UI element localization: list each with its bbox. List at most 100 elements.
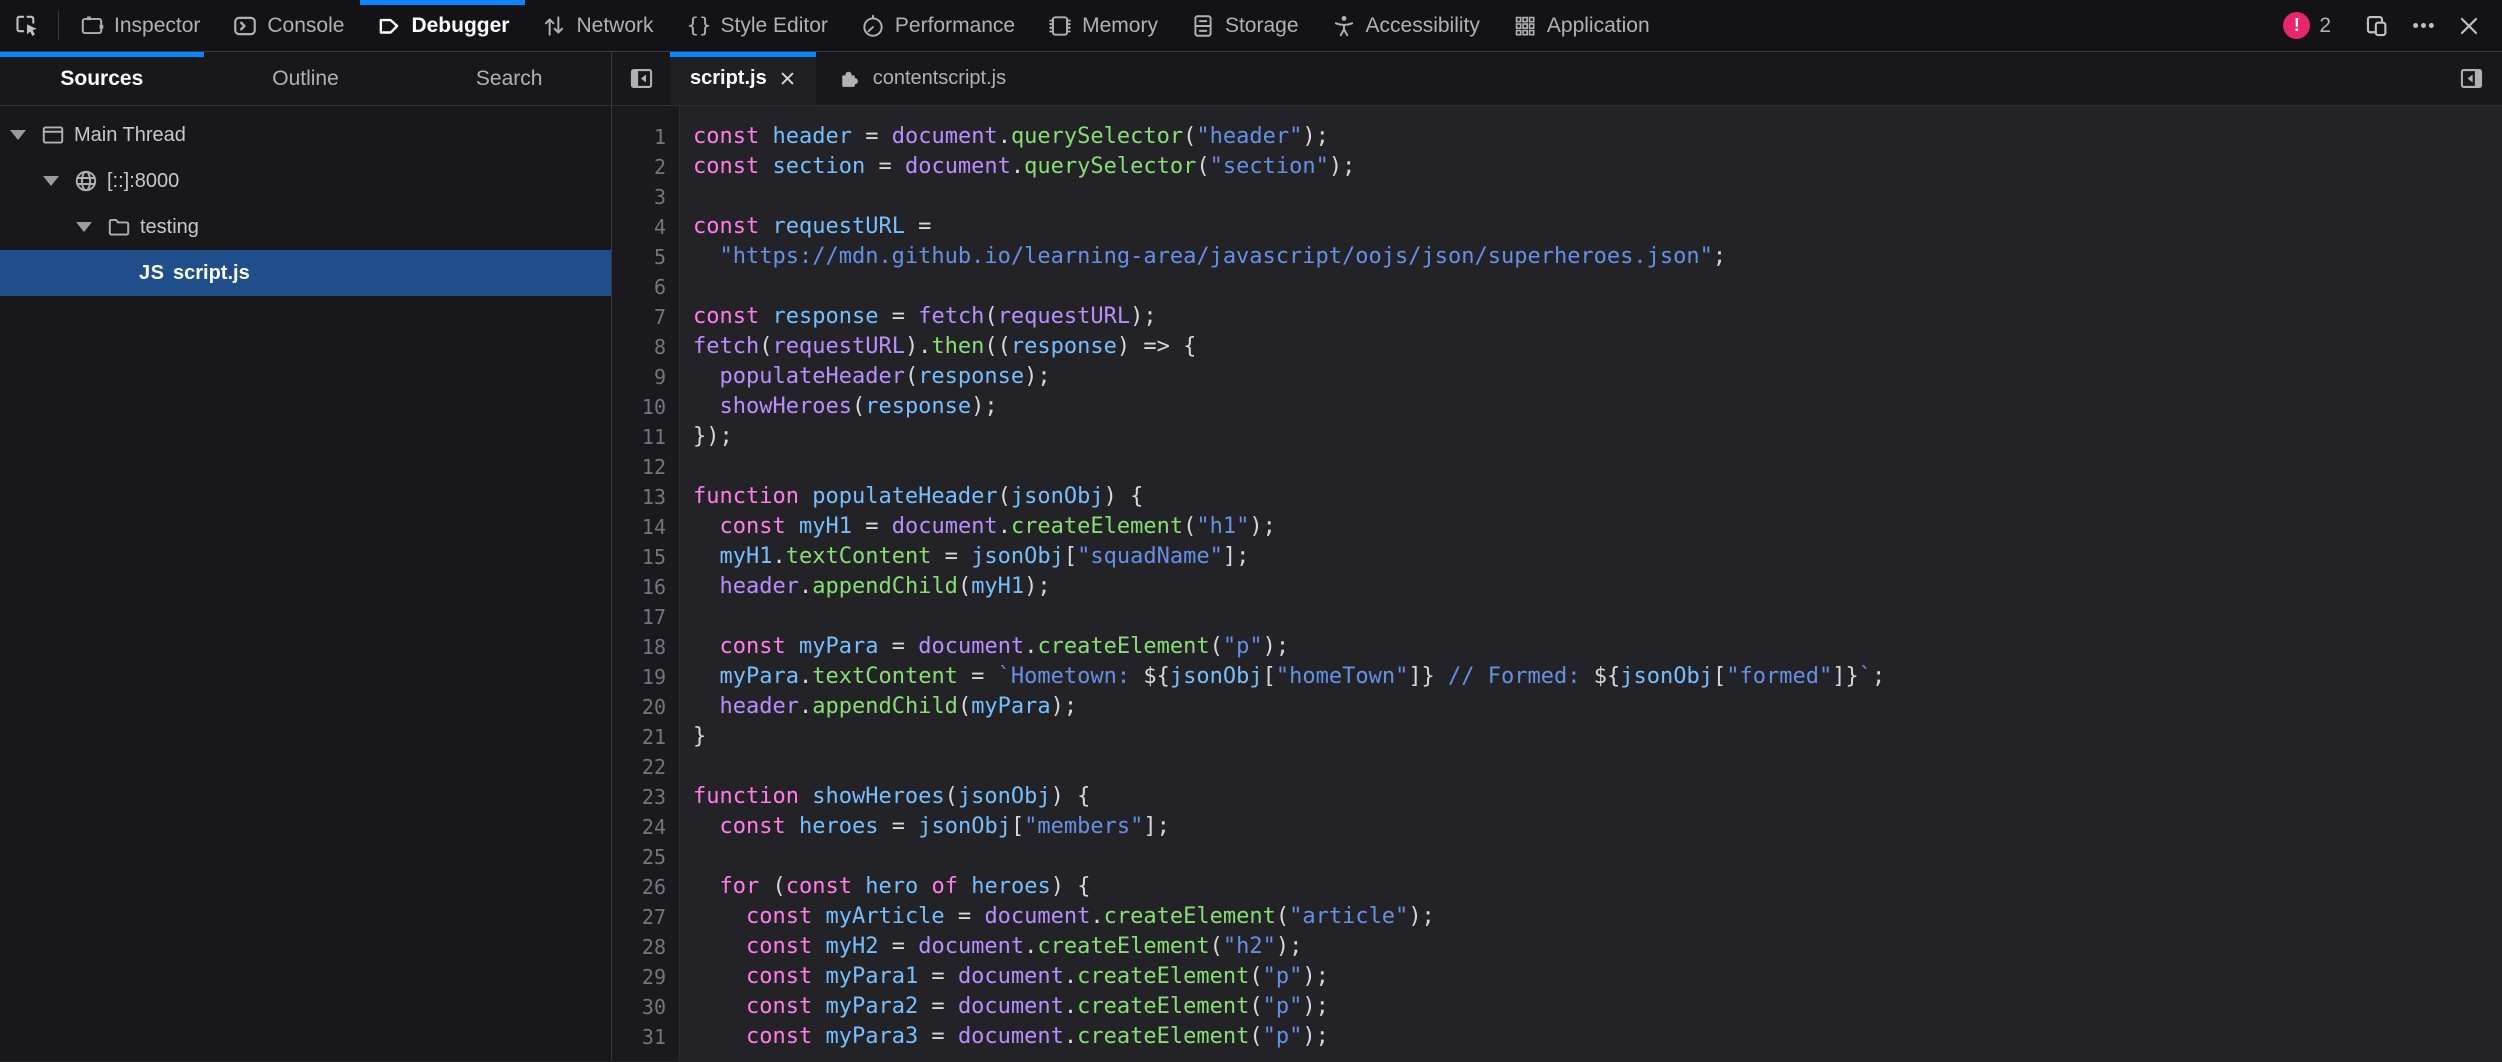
code-line: const requestURL = xyxy=(693,212,2502,242)
line-number[interactable]: 16 xyxy=(612,572,679,602)
line-number[interactable]: 11 xyxy=(612,422,679,452)
line-number[interactable]: 25 xyxy=(612,842,679,872)
js-badge: JS xyxy=(139,262,164,285)
tree-item-main-thread[interactable]: Main Thread xyxy=(0,112,611,158)
close-icon xyxy=(2456,13,2482,39)
responsive-design-mode-button[interactable] xyxy=(2354,6,2400,46)
code-token: requestURL xyxy=(998,304,1130,329)
code-token: const xyxy=(746,904,812,929)
toolbar-tab-debugger[interactable]: Debugger xyxy=(360,0,525,51)
toolbar-tab-storage[interactable]: Storage xyxy=(1174,0,1315,51)
tree-item--8000[interactable]: [::]:8000 xyxy=(0,158,611,204)
code-token: . xyxy=(1011,154,1024,179)
error-count-button[interactable]: ! 2 xyxy=(2283,12,2331,39)
line-number[interactable]: 13 xyxy=(612,482,679,512)
tree-item-script-js[interactable]: JSscript.js xyxy=(0,250,611,296)
code-token: populateHeader xyxy=(812,484,997,509)
code-token: (( xyxy=(984,334,1011,359)
svg-text:{}: {} xyxy=(686,13,711,37)
line-number[interactable]: 29 xyxy=(612,962,679,992)
toolbar-tab-label: Inspector xyxy=(114,14,200,38)
line-number[interactable]: 10 xyxy=(612,392,679,422)
code-token: ) { xyxy=(1104,484,1144,509)
editor-tab-contentscript-js[interactable]: contentscript.js xyxy=(816,52,1026,105)
line-number[interactable]: 14 xyxy=(612,512,679,542)
toolbar-tab-inspector[interactable]: Inspector xyxy=(63,0,216,51)
line-number[interactable]: 24 xyxy=(612,812,679,842)
code-line: myPara.textContent = `Hometown: ${jsonOb… xyxy=(693,662,2502,692)
code-line: const section = document.querySelector("… xyxy=(693,152,2502,182)
code-token: requestURL xyxy=(772,334,904,359)
code-token: ( xyxy=(958,694,971,719)
line-number[interactable]: 22 xyxy=(612,752,679,782)
expand-caret-icon[interactable] xyxy=(43,176,73,186)
code-token: jsonObj xyxy=(1170,664,1263,689)
toolbar-tab-network[interactable]: Network xyxy=(525,0,669,51)
line-number[interactable]: 1 xyxy=(612,122,679,152)
code-token: ); xyxy=(1024,364,1051,389)
line-number[interactable]: 8 xyxy=(612,332,679,362)
toolbar-tab-console[interactable]: Console xyxy=(216,0,360,51)
panel-tab-search[interactable]: Search xyxy=(407,52,611,105)
line-number[interactable]: 26 xyxy=(612,872,679,902)
line-number[interactable]: 21 xyxy=(612,722,679,752)
toolbar-tab-application[interactable]: Application xyxy=(1496,0,1666,51)
code-token: "p" xyxy=(1263,1024,1303,1049)
expand-debugger-pane-button[interactable] xyxy=(2440,52,2502,105)
toolbar-tab-label: Storage xyxy=(1225,14,1299,38)
toolbar-tab-memory[interactable]: Memory xyxy=(1031,0,1174,51)
toolbar-tab-style-editor[interactable]: {}Style Editor xyxy=(670,0,844,51)
expand-caret-icon[interactable] xyxy=(76,222,106,232)
panel-tab-sources[interactable]: Sources xyxy=(0,52,204,105)
line-number[interactable]: 12 xyxy=(612,452,679,482)
storage-icon xyxy=(1190,13,1216,39)
line-number[interactable]: 6 xyxy=(612,272,679,302)
line-number[interactable]: 28 xyxy=(612,932,679,962)
line-number-gutter: 1234567891011121314151617181920212223242… xyxy=(612,106,680,1061)
line-number[interactable]: 9 xyxy=(612,362,679,392)
code-token: ${ xyxy=(1143,664,1170,689)
toolbar-tab-accessibility[interactable]: Accessibility xyxy=(1315,0,1496,51)
toolbar-tab-label: Console xyxy=(267,14,344,38)
line-number[interactable]: 20 xyxy=(612,692,679,722)
code-editor[interactable]: 1234567891011121314151617181920212223242… xyxy=(612,106,2502,1061)
tree-item-testing[interactable]: testing xyxy=(0,204,611,250)
line-number[interactable]: 5 xyxy=(612,242,679,272)
devtools-menu-button[interactable] xyxy=(2400,6,2446,46)
code-token: createElement xyxy=(1037,634,1209,659)
line-number[interactable]: 19 xyxy=(612,662,679,692)
code-token: "header" xyxy=(1196,124,1302,149)
code-token: = xyxy=(865,154,905,179)
extension-puzzle-icon xyxy=(836,66,861,91)
line-number[interactable]: 2 xyxy=(612,152,679,182)
code-token: "h1" xyxy=(1196,514,1249,539)
collapse-sources-pane-button[interactable] xyxy=(612,52,670,105)
code-token: = xyxy=(878,814,918,839)
line-number[interactable]: 18 xyxy=(612,632,679,662)
close-devtools-button[interactable] xyxy=(2446,6,2492,46)
panel-tab-outline[interactable]: Outline xyxy=(204,52,408,105)
line-number[interactable]: 4 xyxy=(612,212,679,242)
line-number[interactable]: 27 xyxy=(612,902,679,932)
code-token: "article" xyxy=(1289,904,1408,929)
line-number[interactable]: 7 xyxy=(612,302,679,332)
line-number[interactable]: 31 xyxy=(612,1022,679,1052)
code-token: response xyxy=(1011,334,1117,359)
code-token: ` xyxy=(1859,664,1872,689)
node-picker-button[interactable] xyxy=(0,0,54,51)
editor-tab-script-js[interactable]: script.js xyxy=(670,52,816,105)
code-token: document xyxy=(892,514,998,539)
code-token: ( xyxy=(1183,514,1196,539)
line-number[interactable]: 3 xyxy=(612,182,679,212)
editor-tabbar-spacer xyxy=(1026,52,2440,105)
code-token: createElement xyxy=(1077,994,1249,1019)
code-token: . xyxy=(1064,994,1077,1019)
line-number[interactable]: 15 xyxy=(612,542,679,572)
line-number[interactable]: 30 xyxy=(612,992,679,1022)
line-number[interactable]: 17 xyxy=(612,602,679,632)
toolbar-tab-performance[interactable]: Performance xyxy=(844,0,1031,51)
close-tab-button[interactable] xyxy=(779,70,796,87)
code-token: . xyxy=(799,664,812,689)
expand-caret-icon[interactable] xyxy=(10,130,40,140)
line-number[interactable]: 23 xyxy=(612,782,679,812)
